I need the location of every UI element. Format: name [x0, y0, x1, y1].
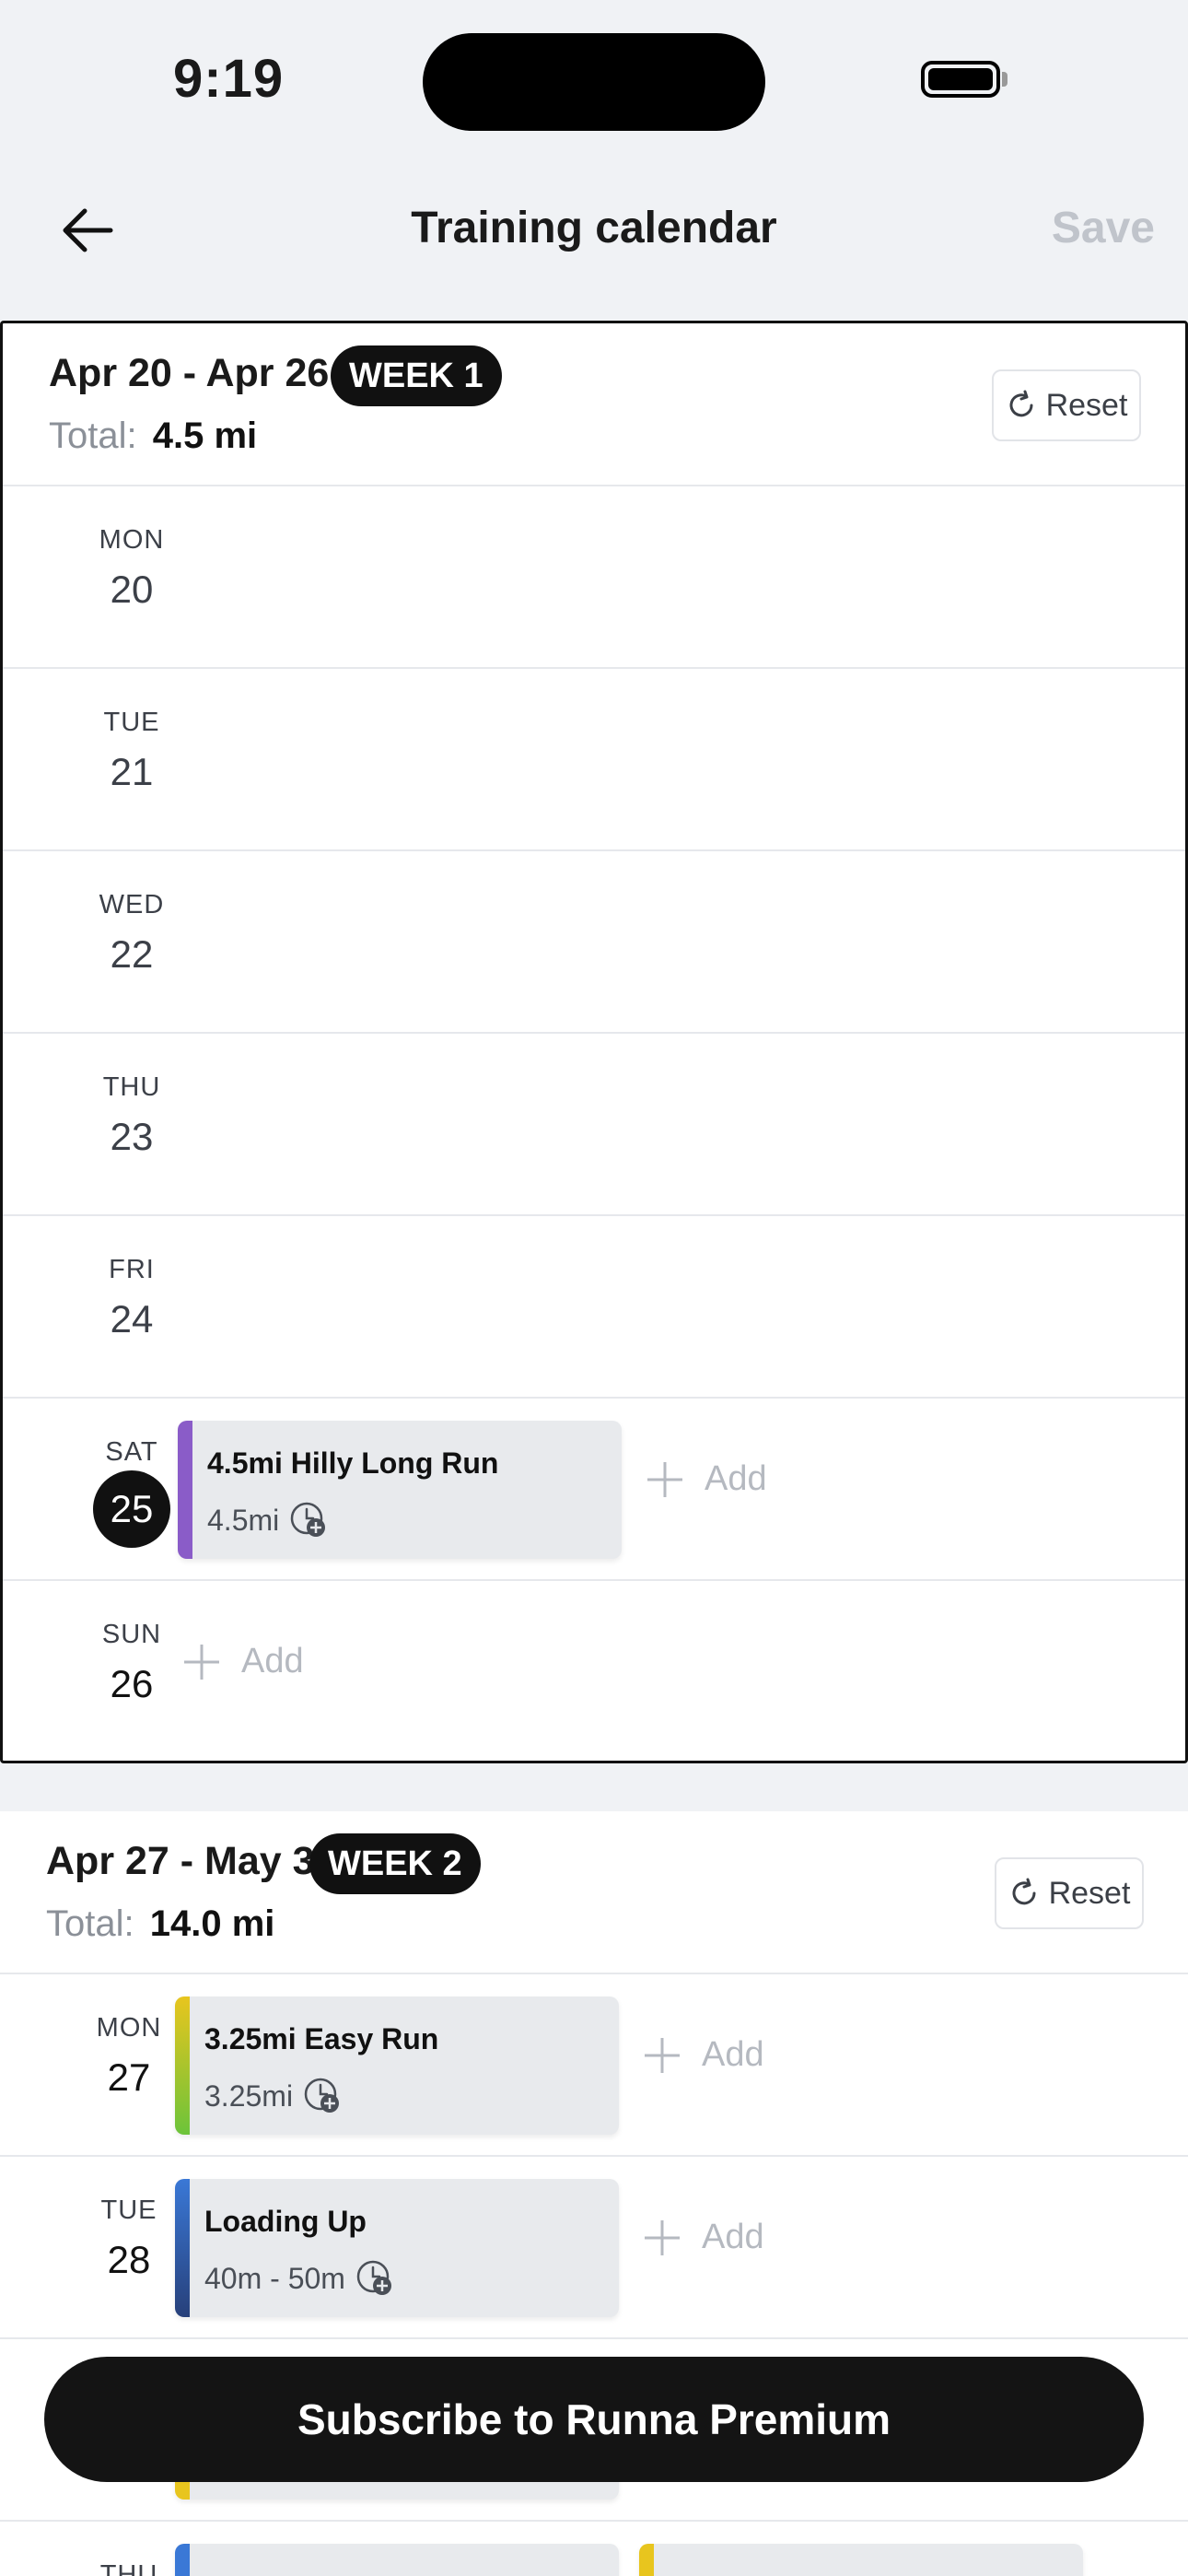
day-of-week: WED	[99, 890, 165, 919]
workout-distance: 3.25mi	[204, 2078, 294, 2113]
day-row: SUN 26 Add	[3, 1581, 1185, 1763]
workout-card[interactable]: 4.5mi Hilly Long Run 4.5mi	[178, 1421, 622, 1559]
day-number: 27	[107, 2055, 151, 2099]
add-workout-button[interactable]: Add	[182, 1642, 304, 1681]
workout-color-stripe	[175, 2544, 190, 2576]
workout-title: 3.25mi Easy Run	[204, 2022, 439, 2055]
reset-label: Reset	[1048, 1875, 1131, 1911]
total-value: 4.5 mi	[152, 416, 258, 456]
save-button[interactable]: Save	[1052, 203, 1155, 253]
add-workout-button[interactable]: Add	[643, 2218, 764, 2257]
page-title: Training calendar	[411, 204, 777, 252]
workout-meta: 4.5mi	[207, 1500, 329, 1540]
week-header: Apr 27 - May 3 WEEK 2 Total: 14.0 mi Res…	[0, 1811, 1188, 1974]
day-of-week: SAT	[105, 1437, 158, 1467]
day-number: 24	[110, 1297, 154, 1341]
day-row: THU	[0, 2522, 1188, 2576]
day-number: 22	[110, 932, 154, 976]
dynamic-island	[423, 33, 765, 131]
day-row: THU 23	[3, 1034, 1185, 1216]
day-row: MON 27 3.25mi Easy Run 3.25mi Add	[0, 1974, 1188, 2157]
reset-label: Reset	[1045, 387, 1128, 423]
total-value: 14.0 mi	[149, 1903, 275, 1944]
day-number: 20	[110, 568, 154, 611]
add-label: Add	[702, 2035, 764, 2074]
reset-button[interactable]: Reset	[995, 1857, 1144, 1929]
workout-card[interactable]: 3.25mi Easy Run 3.25mi	[175, 1996, 619, 2135]
total-label: Total:	[49, 416, 137, 456]
workout-card[interactable]	[639, 2544, 1083, 2576]
clock-plus-icon	[304, 2078, 340, 2113]
day-of-week: MON	[96, 2013, 162, 2043]
workout-meta: 40m - 50m	[204, 2258, 395, 2299]
refresh-icon	[1012, 1878, 1036, 1905]
workout-meta: 3.25mi	[204, 2076, 343, 2116]
workout-duration: 40m - 50m	[204, 2261, 345, 2295]
day-number: 28	[107, 2238, 151, 2281]
battery-tip	[1002, 72, 1007, 87]
workout-distance: 4.5mi	[207, 1503, 280, 1537]
workout-card[interactable]: Loading Up 40m - 50m	[175, 2179, 619, 2317]
week-total: Total: 4.5 mi	[49, 416, 257, 457]
workout-title: Loading Up	[204, 2205, 367, 2238]
day-of-week: TUE	[100, 2195, 157, 2225]
week-badge: WEEK 2	[309, 1833, 481, 1894]
day-number: 23	[110, 1115, 154, 1158]
add-workout-button[interactable]: Add	[643, 2035, 764, 2075]
week-card-1: Apr 20 - Apr 26 WEEK 1 Total: 4.5 mi Res…	[0, 321, 1188, 1763]
day-of-week: MON	[99, 525, 165, 555]
plus-icon	[645, 2037, 680, 2073]
day-row: TUE 28 Loading Up 40m - 50m Add	[0, 2157, 1188, 2339]
workout-color-stripe	[175, 1996, 190, 2135]
status-time: 9:19	[173, 49, 285, 109]
day-row: MON 20	[3, 486, 1185, 669]
clock-plus-icon	[356, 2260, 391, 2295]
add-label: Add	[241, 1642, 304, 1680]
week-range: Apr 27 - May 3	[46, 1839, 315, 1883]
nav-bar: Training calendar Save	[0, 175, 1188, 286]
day-row: FRI 24	[3, 1216, 1185, 1399]
day-of-week: THU	[102, 1072, 161, 1102]
workout-color-stripe	[175, 2179, 190, 2317]
day-of-week: SUN	[101, 1620, 162, 1649]
day-number: 26	[110, 1662, 154, 1705]
day-number: 21	[110, 750, 154, 793]
clock-plus-icon	[291, 1502, 326, 1537]
plus-icon	[645, 2219, 680, 2255]
subscribe-premium-button[interactable]: Subscribe to Runna Premium	[44, 2357, 1144, 2482]
week-total: Total: 14.0 mi	[46, 1903, 274, 1945]
day-row: WED 22	[3, 851, 1185, 1034]
week-badge: WEEK 1	[331, 345, 502, 406]
workout-title: 4.5mi Hilly Long Run	[207, 1446, 499, 1480]
today-day-number: 25	[93, 1470, 170, 1548]
battery-icon	[921, 61, 1000, 98]
add-label: Add	[702, 2218, 764, 2256]
day-row: SAT 25 4.5mi Hilly Long Run 4.5mi Add	[3, 1399, 1185, 1581]
week-range: Apr 20 - Apr 26	[49, 351, 330, 395]
workout-color-stripe	[178, 1421, 192, 1559]
refresh-icon	[1009, 390, 1033, 417]
add-workout-button[interactable]: Add	[646, 1459, 767, 1499]
day-row: TUE 21	[3, 669, 1185, 851]
total-label: Total:	[46, 1903, 134, 1944]
day-of-week: TUE	[103, 708, 160, 737]
plus-icon	[647, 1461, 682, 1497]
status-bar: 9:19	[0, 0, 1188, 166]
week-header: Apr 20 - Apr 26 WEEK 1 Total: 4.5 mi Res…	[3, 323, 1185, 486]
workout-color-stripe	[639, 2544, 654, 2576]
day-of-week: FRI	[109, 1255, 155, 1284]
plus-icon	[184, 1644, 219, 1680]
reset-button[interactable]: Reset	[992, 369, 1141, 441]
day-of-week: THU	[99, 2560, 158, 2576]
add-label: Add	[705, 1459, 767, 1498]
workout-card[interactable]	[175, 2544, 619, 2576]
